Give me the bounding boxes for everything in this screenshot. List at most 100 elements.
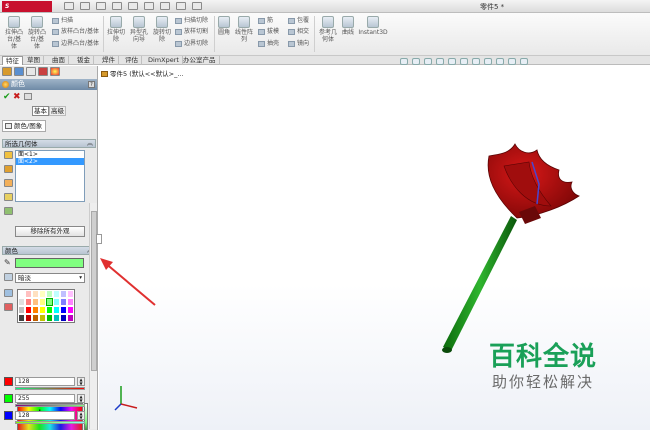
palette-swatch[interactable]	[25, 306, 32, 314]
green-value-field[interactable]: 255	[15, 394, 75, 403]
tab-features[interactable]: 特征	[2, 56, 23, 65]
palette-swatch[interactable]	[53, 298, 60, 306]
palette-swatch[interactable]	[46, 290, 53, 298]
pin-icon[interactable]	[24, 93, 32, 100]
palette-swatch[interactable]	[32, 306, 39, 314]
green-spinner[interactable]: ▲ ▼	[77, 394, 85, 403]
section-view-icon[interactable]	[436, 58, 444, 65]
tab-weldments[interactable]: 焊件	[99, 56, 119, 65]
save-icon[interactable]	[96, 2, 106, 10]
property-manager-tab-icon[interactable]	[14, 67, 24, 76]
open-file-icon[interactable]	[80, 2, 90, 10]
remove-appearance-button[interactable]: 移除所有外观	[15, 226, 85, 237]
palette-swatch[interactable]	[67, 314, 74, 322]
palette-swatch[interactable]	[60, 298, 67, 306]
palette-swatch[interactable]	[67, 306, 74, 314]
palette-swatch[interactable]	[32, 298, 39, 306]
basic-button[interactable]: 基本	[32, 106, 49, 116]
palette-swatch[interactable]	[60, 290, 67, 298]
green-slider[interactable]	[15, 404, 85, 407]
revolve-boss-button[interactable]: 旋转凸 台/基 体	[27, 16, 47, 50]
palette-swatch[interactable]	[39, 306, 46, 314]
tab-dimxpert[interactable]: DimXpert	[145, 56, 183, 65]
zoom-to-fit-icon[interactable]	[400, 58, 408, 65]
boundary-cut-button[interactable]: 边界切除	[175, 40, 208, 48]
red-slider[interactable]	[15, 387, 85, 390]
remove-swatch-icon[interactable]	[4, 303, 13, 311]
loft-cut-button[interactable]: 放样切割	[175, 28, 208, 36]
palette-swatch[interactable]	[53, 306, 60, 314]
instant3d-button[interactable]: Instant3D	[358, 16, 388, 36]
advanced-button[interactable]: 高级	[49, 106, 66, 116]
undo-icon[interactable]	[128, 2, 138, 10]
select-face-icon[interactable]	[4, 165, 13, 173]
monitor-icon[interactable]	[520, 58, 528, 65]
previous-view-icon[interactable]	[424, 58, 432, 65]
select-feature-icon[interactable]	[4, 179, 13, 187]
swatch-type-icon[interactable]	[4, 273, 13, 281]
tab-sheet-metal[interactable]: 钣金	[74, 56, 94, 65]
palette-swatch[interactable]	[32, 314, 39, 322]
palette-swatch[interactable]	[18, 306, 25, 314]
palette-swatch[interactable]	[39, 290, 46, 298]
loft-boss-button[interactable]: 放样凸台/基体	[52, 28, 99, 36]
linear-pattern-button[interactable]: 线性阵 列	[234, 16, 254, 43]
red-spinner[interactable]: ▲ ▼	[77, 377, 85, 386]
spin-down-icon[interactable]: ▼	[79, 398, 82, 403]
extrude-boss-button[interactable]: 拉伸凸 台/基 体	[3, 16, 25, 50]
rib-button[interactable]: 筋	[258, 17, 273, 25]
sweep-button[interactable]: 扫描	[52, 17, 73, 25]
spin-down-icon[interactable]: ▼	[79, 381, 82, 386]
wrap-button[interactable]: 包覆	[288, 17, 309, 25]
view-orientation-icon[interactable]	[448, 58, 456, 65]
cancel-button[interactable]: ✖	[13, 92, 21, 102]
curves-button[interactable]: 曲线	[341, 16, 355, 36]
color-group-header[interactable]: 颜色︽	[2, 246, 96, 255]
select-filter-icon[interactable]	[4, 207, 13, 215]
view-settings-icon[interactable]	[508, 58, 516, 65]
palette-swatch[interactable]	[39, 314, 46, 322]
current-color-swatch[interactable]	[15, 258, 84, 268]
blue-value-field[interactable]: 128	[15, 411, 75, 420]
intersect-button[interactable]: 相交	[288, 28, 309, 36]
rose-stem[interactable]	[443, 216, 517, 351]
file-properties-icon[interactable]	[176, 2, 186, 10]
tab-sketch[interactable]: 草图	[24, 56, 44, 65]
boundary-boss-button[interactable]: 边界凸台/基体	[52, 40, 99, 48]
help-icon[interactable]: ?	[88, 81, 95, 88]
hide-show-items-icon[interactable]	[472, 58, 480, 65]
palette-swatch[interactable]	[25, 290, 32, 298]
select-icon[interactable]	[144, 2, 154, 10]
palette-swatch[interactable]	[60, 306, 67, 314]
mirror-button[interactable]: 镜向	[288, 40, 309, 48]
palette-swatch[interactable]	[53, 314, 60, 322]
sweep-cut-button[interactable]: 扫描切除	[175, 17, 208, 25]
eyedropper-icon[interactable]: ✎	[4, 258, 13, 267]
revolve-cut-button[interactable]: 旋转切 除	[152, 16, 172, 43]
print-icon[interactable]	[112, 2, 122, 10]
palette-swatch[interactable]	[32, 290, 39, 298]
palette-swatch[interactable]	[53, 290, 60, 298]
display-style-icon[interactable]	[460, 58, 468, 65]
palette-swatch[interactable]	[18, 298, 25, 306]
selected-geometry-list[interactable]: 面<1> 面<2>	[15, 150, 85, 202]
blue-spinner[interactable]: ▲ ▼	[77, 411, 85, 420]
palette-swatch[interactable]	[67, 298, 74, 306]
extrude-cut-button[interactable]: 拉伸切 除	[106, 16, 126, 43]
color-swatch-dropdown[interactable]: 暗淡 ▾	[15, 273, 85, 283]
palette-swatch[interactable]	[25, 314, 32, 322]
palette-swatch[interactable]	[46, 314, 53, 322]
red-value-field[interactable]: 128	[15, 377, 75, 386]
tab-surfaces[interactable]: 曲面	[49, 56, 69, 65]
palette-swatch[interactable]	[46, 298, 53, 306]
rebuild-icon[interactable]	[160, 2, 170, 10]
palette-swatch[interactable]	[60, 314, 67, 322]
palette-swatch[interactable]	[18, 290, 25, 298]
spin-down-icon[interactable]: ▼	[79, 415, 82, 420]
shell-button[interactable]: 抽壳	[258, 40, 279, 48]
graphics-area[interactable]: 零件5 (默认<<默认>_... 百科全说 助你轻松解决	[96, 66, 650, 430]
color-image-tab[interactable]: 颜色/图象	[2, 120, 46, 132]
collapse-icon[interactable]: ︽	[87, 140, 93, 148]
edit-appearance-icon[interactable]	[484, 58, 492, 65]
tab-office-products[interactable]: 办公室产品	[180, 56, 220, 65]
